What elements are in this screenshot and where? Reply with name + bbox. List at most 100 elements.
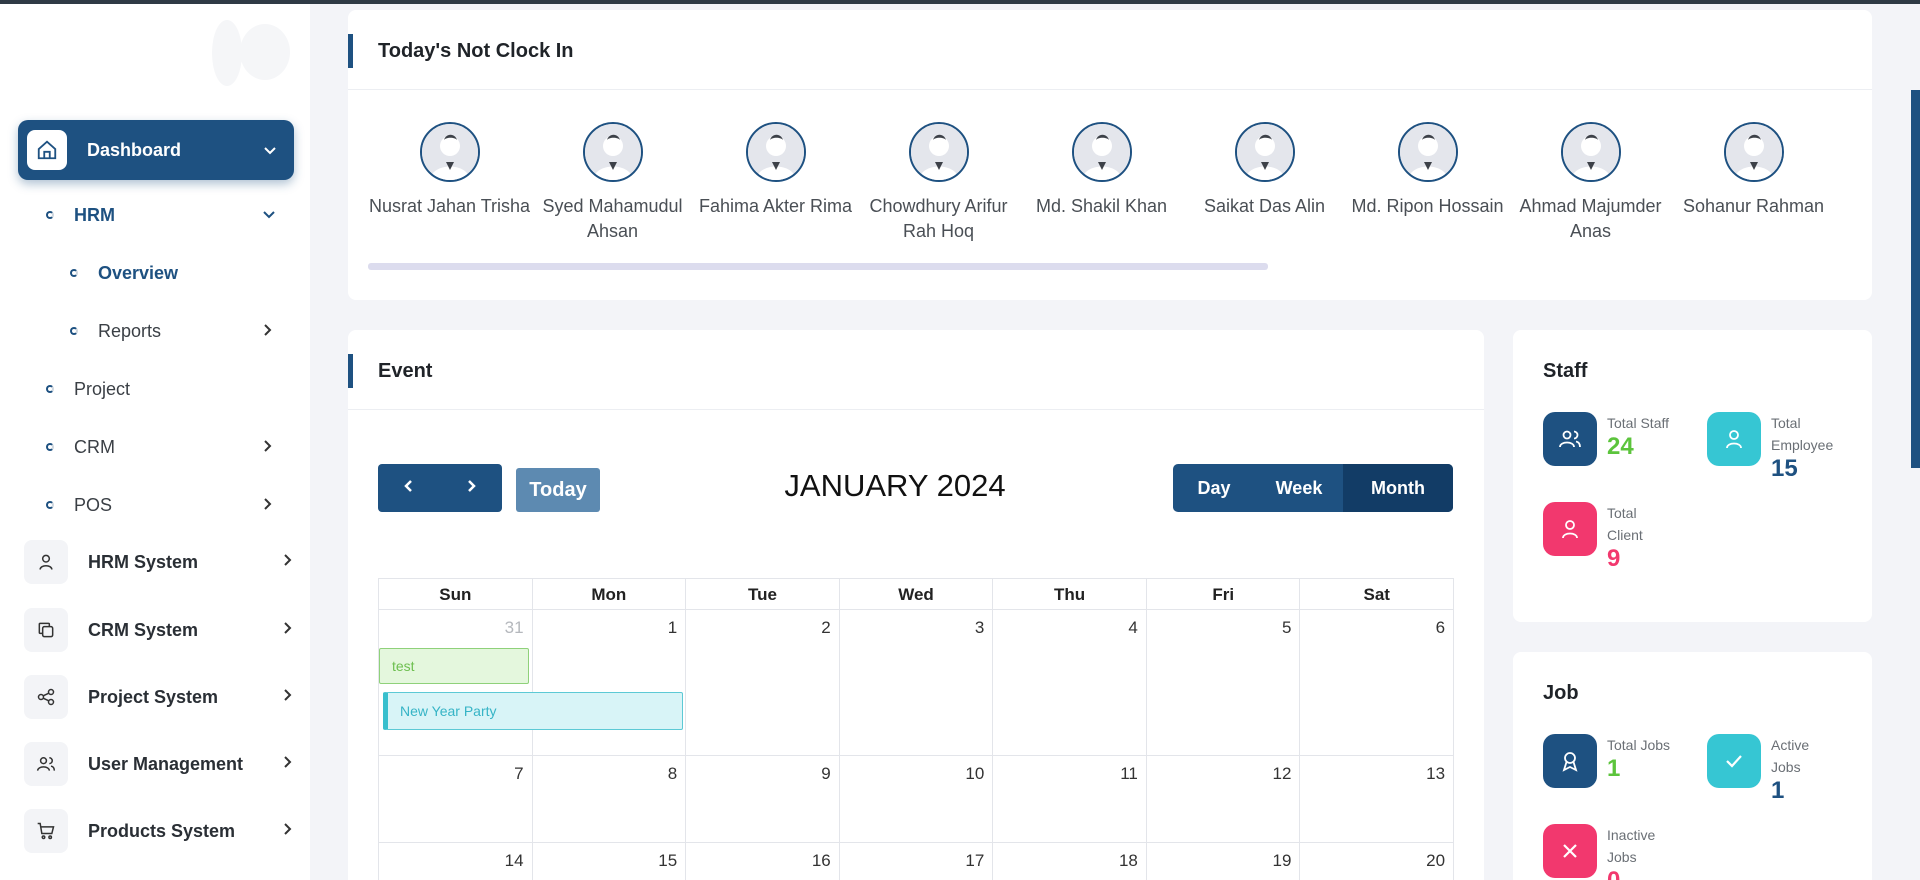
day-cell[interactable]: 10 [840, 756, 994, 842]
day-cell[interactable]: 18 [993, 843, 1147, 880]
chevron-right-icon [280, 621, 294, 640]
home-icon [27, 130, 67, 170]
person-name: Chowdhury Arifur Rah Hoq [869, 196, 1008, 241]
stat-total-employee: Total Employee 15 [1707, 412, 1851, 482]
stat-label: Total Staff [1607, 415, 1670, 431]
person-name: Md. Ripon Hossain [1351, 196, 1504, 216]
sidebar-item-crm-system[interactable]: CRM System [24, 608, 294, 652]
person-item[interactable]: Sohanur Rahman [1672, 122, 1835, 219]
users-icon [1543, 412, 1597, 466]
avatar [1560, 122, 1621, 182]
person-item[interactable]: Nusrat Jahan Trisha [368, 122, 531, 219]
bullet-icon [46, 501, 54, 509]
avatar [1071, 122, 1132, 182]
calendar-week: 14 15 16 17 18 19 20 [378, 843, 1455, 880]
weekday-label: Thu [993, 579, 1147, 609]
card-title: Job [1543, 682, 1579, 704]
weekday-label: Fri [1147, 579, 1301, 609]
person-name: Syed Mahamudul Ahsan [542, 196, 683, 241]
calendar-week: 7 8 9 10 11 12 13 [378, 756, 1455, 843]
stat-label: Total Client [1607, 505, 1643, 543]
person-item[interactable]: Chowdhury Arifur Rah Hoq [857, 122, 1020, 244]
sidebar-item-project-system[interactable]: Project System [24, 675, 294, 719]
day-cell[interactable]: 15 [533, 843, 687, 880]
vertical-scrollbar[interactable] [1911, 90, 1920, 468]
copy-icon [24, 608, 68, 652]
person-item[interactable]: Md. Ripon Hossain [1346, 122, 1509, 219]
day-cell[interactable]: 19 [1147, 843, 1301, 880]
day-cell[interactable]: 3 [840, 610, 994, 755]
day-cell[interactable]: 17 [840, 843, 994, 880]
day-cell[interactable]: 2 [686, 610, 840, 755]
sidebar-item-hrm[interactable]: HRM [46, 200, 276, 230]
sidebar-item-crm[interactable]: CRM [46, 432, 274, 462]
calendar-title: JANUARY 2024 [784, 468, 1006, 503]
stat-total-client: Total Client 9 [1543, 502, 1667, 572]
chevron-down-icon [262, 205, 276, 226]
day-cell[interactable]: 5 [1147, 610, 1301, 755]
day-cell[interactable]: 1 [533, 610, 687, 755]
hrm-label: HRM [74, 204, 115, 225]
person-name: Nusrat Jahan Trisha [368, 196, 531, 216]
stat-value: 15 [1771, 455, 1798, 482]
view-month-button[interactable]: Month [1343, 464, 1453, 512]
person-item[interactable]: Md. Shakil Khan [1020, 122, 1183, 219]
card-title: Staff [1543, 360, 1588, 382]
sidebar-item-products-system[interactable]: Products System [24, 809, 294, 853]
person-item[interactable]: Fahima Akter Rima [694, 122, 857, 219]
dashboard-label: Dashboard [87, 139, 182, 160]
people-list: Nusrat Jahan Trisha Syed Mahamudul Ahsan… [368, 122, 1920, 282]
logo [210, 20, 294, 86]
sidebar-item-project[interactable]: Project [46, 374, 274, 404]
project-system-label: Project System [88, 686, 219, 707]
person-item[interactable]: Saikat Das Alin [1183, 122, 1346, 219]
sidebar-item-overview[interactable]: Overview [70, 258, 270, 288]
stat-active-jobs: Active Jobs 1 [1707, 734, 1831, 804]
day-cell[interactable]: 7 [379, 756, 533, 842]
sidebar-item-reports[interactable]: Reports [70, 316, 274, 346]
chevron-right-icon [280, 822, 294, 841]
person-item[interactable]: Syed Mahamudul Ahsan [531, 122, 694, 244]
avatar [745, 122, 806, 182]
event-test[interactable]: test [379, 648, 529, 684]
day-cell[interactable]: 20 [1300, 843, 1455, 880]
view-day-button[interactable]: Day [1173, 464, 1255, 512]
check-icon [1707, 734, 1761, 788]
calendar-grid: Sun Mon Tue Wed Thu Fri Sat 31 1 2 3 4 5… [378, 578, 1455, 880]
cart-icon [24, 809, 68, 853]
chevron-right-icon [280, 688, 294, 707]
user-icon [1707, 412, 1761, 466]
prev-button[interactable] [378, 464, 440, 512]
day-cell[interactable]: 13 [1300, 756, 1455, 842]
day-cell[interactable]: 6 [1300, 610, 1455, 755]
stat-label: Total Jobs [1607, 737, 1671, 753]
bullet-icon [46, 385, 54, 393]
horizontal-scrollbar[interactable] [368, 263, 1268, 270]
day-cell[interactable]: 12 [1147, 756, 1301, 842]
bullet-icon [46, 443, 54, 451]
next-button[interactable] [440, 464, 502, 512]
day-cell[interactable]: 9 [686, 756, 840, 842]
person-name: Sohanur Rahman [1682, 196, 1825, 216]
sidebar-item-pos[interactable]: POS [46, 490, 274, 520]
sidebar-item-user-management[interactable]: User Management [24, 742, 294, 786]
chevron-right-icon [260, 437, 274, 458]
sidebar-item-hrm-system[interactable]: HRM System [24, 540, 294, 584]
person-name: Saikat Das Alin [1203, 196, 1326, 216]
person-item[interactable]: Ahmad Majumder Anas [1509, 122, 1672, 244]
avatar [1723, 122, 1784, 182]
today-button[interactable]: Today [516, 468, 600, 512]
person-name: Fahima Akter Rima [698, 196, 853, 216]
person-name: Ahmad Majumder Anas [1519, 196, 1662, 241]
bullet-icon [46, 211, 54, 219]
view-week-button[interactable]: Week [1255, 464, 1343, 512]
day-cell[interactable]: 11 [993, 756, 1147, 842]
day-cell[interactable]: 14 [379, 843, 533, 880]
stat-label: Active Jobs [1771, 737, 1810, 775]
day-cell[interactable]: 16 [686, 843, 840, 880]
day-cell[interactable]: 4 [993, 610, 1147, 755]
event-new-year-party[interactable]: New Year Party [383, 692, 683, 730]
weekday-label: Mon [533, 579, 687, 609]
day-cell[interactable]: 8 [533, 756, 687, 842]
sidebar-item-dashboard[interactable]: Dashboard [18, 120, 294, 180]
